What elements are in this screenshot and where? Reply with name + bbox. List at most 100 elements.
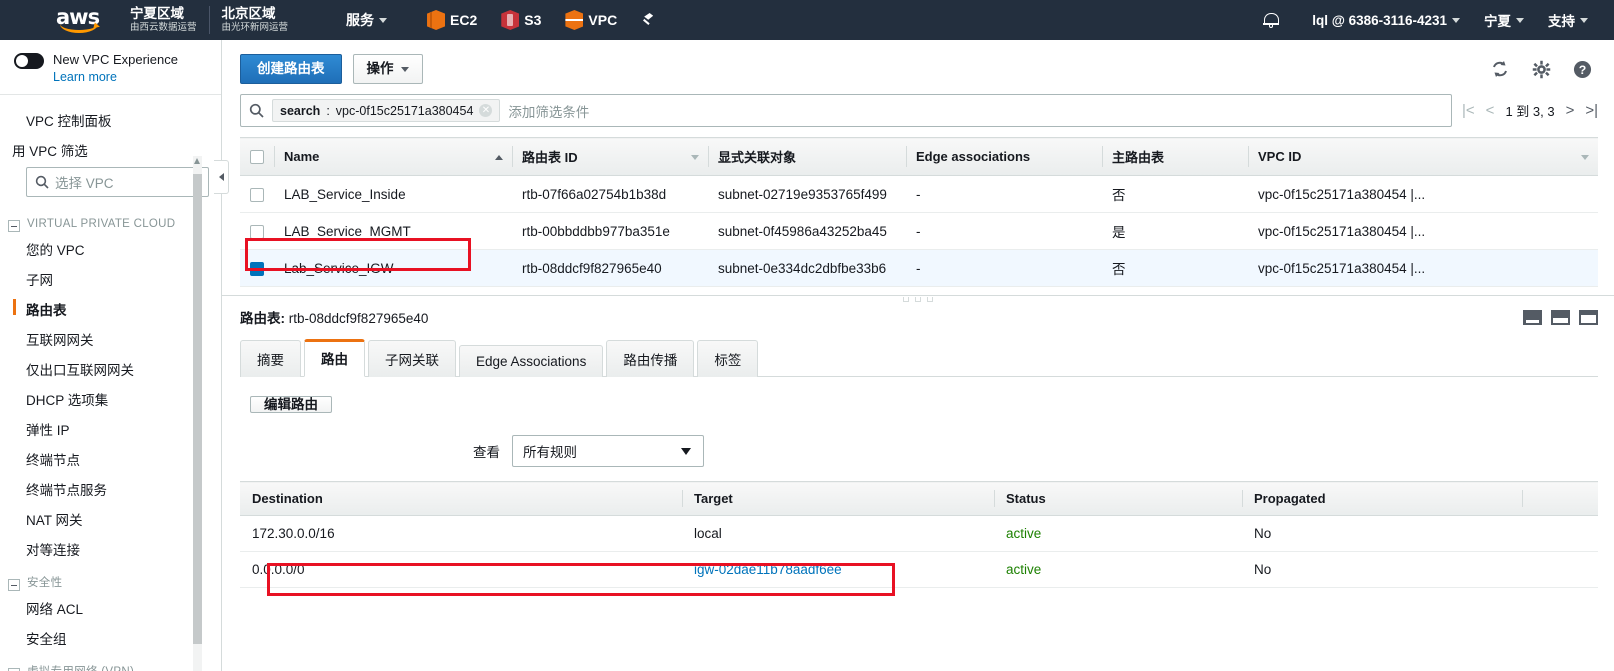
toolbar-icons: ? [1490,59,1598,79]
new-vpc-experience-toggle[interactable] [14,53,44,69]
top-nav-right: lql @ 6386-3116-4231 宁夏 支持 [1255,0,1614,40]
region-ningxia[interactable]: 宁夏区域 由西云数据运营 [118,6,209,33]
column-header-edge-associations[interactable]: Edge associations [906,137,1102,176]
row-edge-associations: - [906,249,1102,287]
create-route-table-button[interactable]: 创建路由表 [240,54,342,84]
next-page-button[interactable]: > [1566,103,1575,118]
shortcut-vpc-label: VPC [588,12,618,28]
column-header-vpc-id[interactable]: VPC ID [1248,137,1598,176]
aws-logo[interactable]: aws [56,7,104,33]
select-all-checkbox[interactable] [250,150,264,165]
column-header-route-table-id[interactable]: 路由表 ID [512,137,708,176]
sidebar-item-peering-connections[interactable]: 对等连接 [0,534,221,564]
panel-size-medium-icon[interactable] [1551,309,1570,325]
shortcut-s3[interactable]: S3 [489,0,553,40]
scrollbar-thumb[interactable] [193,174,202,644]
sort-descending-icon [691,154,699,160]
sidebar-item-network-acls[interactable]: 网络 ACL [0,593,221,623]
scroll-up-arrow-icon[interactable] [194,158,200,164]
view-select[interactable]: 所有规则 [512,435,704,467]
filter-token[interactable]: search : vpc-0f15c25171a380454 ✕ [272,99,501,122]
learn-more-link[interactable]: Learn more [53,70,211,84]
sidebar-item-elastic-ips[interactable]: 弹性 IP [0,414,221,444]
svg-text:?: ? [1579,62,1587,76]
row-checkbox[interactable] [250,224,264,239]
last-page-button[interactable]: >| [1585,103,1598,118]
table-header-row: Name 路由表 ID 显式关联对象 Edge associations 主路由… [240,137,1598,176]
column-header-explicit-associations[interactable]: 显式关联对象 [708,137,906,176]
sidebar-item-security-groups[interactable]: 安全组 [0,623,221,653]
pin-shortcut-button[interactable] [629,0,669,40]
sidebar-scrollbar[interactable] [193,156,202,671]
services-label: 服务 [346,12,375,28]
shortcut-ec2-label: EC2 [450,12,478,28]
sidebar-item-endpoints[interactable]: 终端节点 [0,444,221,474]
tab-summary[interactable]: 摘要 [240,340,301,377]
collapse-box-icon [8,220,20,232]
previous-page-button[interactable]: < [1486,103,1495,118]
column-header-main-route-table-label: 主路由表 [1112,150,1165,165]
row-checkbox-checked[interactable] [250,261,264,276]
edit-routes-button[interactable]: 编辑路由 [250,396,332,413]
sidebar-item-dhcp-option-sets[interactable]: DHCP 选项集 [0,384,221,414]
table-row[interactable]: LAB_Service_Inside rtb-07f66a02754b1b38d… [240,175,1598,213]
sidebar-item-egress-only-igw[interactable]: 仅出口互联网网关 [0,354,221,384]
sidebar-item-subnets[interactable]: 子网 [0,264,221,294]
refresh-icon[interactable] [1490,59,1510,79]
panel-size-large-icon[interactable] [1579,309,1598,325]
region-menu[interactable]: 宁夏 [1472,0,1536,40]
column-header-explicit-associations-label: 显式关联对象 [718,150,797,165]
sidebar-group-vpc[interactable]: VIRTUAL PRIVATE CLOUD [0,205,221,234]
close-icon[interactable]: ✕ [479,104,493,117]
table-row-selected[interactable]: Lab_Service_IGW rtb-08ddcf9f827965e40 su… [240,249,1598,287]
region-beijing[interactable]: 北京区域 由光环新网运营 [210,6,301,33]
top-navigation-bar: aws 宁夏区域 由西云数据运营 北京区域 由光环新网运营 服务 EC2 S3 [0,0,1614,40]
support-menu[interactable]: 支持 [1536,0,1600,40]
row-select-cell [240,249,274,287]
panel-splitter[interactable] [222,295,1614,305]
splitter-grip[interactable] [903,297,933,302]
region-beijing-name: 北京区域 [221,6,276,22]
route-target-link[interactable]: igw-02dae11b78aadf6ee [682,551,994,588]
sidebar-item-endpoint-services[interactable]: 终端节点服务 [0,474,221,504]
aws-smile-icon [60,24,98,33]
routes-column-propagated: Propagated [1242,481,1522,516]
gear-icon[interactable] [1532,60,1551,79]
tab-route-propagation[interactable]: 路由传播 [606,340,695,377]
sidebar-item-vpc-dashboard[interactable]: VPC 控制面板 [0,105,221,135]
sidebar-item-internet-gateways[interactable]: 互联网网关 [0,324,221,354]
shortcut-vpc[interactable]: VPC [553,0,629,40]
sidebar-item-your-vpcs[interactable]: 您的 VPC [0,234,221,264]
notifications-bell-icon[interactable] [1263,12,1280,28]
actions-button[interactable]: 操作 [352,54,423,84]
sidebar-group-security[interactable]: 安全性 [0,564,221,593]
row-explicit-association: subnet-02719e9353765f499 [708,175,906,213]
panel-size-small-icon[interactable] [1523,309,1542,325]
search-input[interactable]: search : vpc-0f15c25171a380454 ✕ 添加筛选条件 [240,94,1453,127]
account-menu[interactable]: lql @ 6386-3116-4231 [1300,0,1472,40]
row-checkbox[interactable] [250,187,264,202]
tab-routes[interactable]: 路由 [304,339,365,377]
tab-subnet-associations[interactable]: 子网关联 [368,340,456,377]
row-vpc-id-link[interactable]: vpc-0f15c25171a380454 |... [1248,249,1598,287]
shortcut-ec2[interactable]: EC2 [415,0,489,40]
column-header-name[interactable]: Name [274,137,512,176]
column-header-route-table-id-label: 路由表 ID [522,150,578,165]
help-icon[interactable]: ? [1573,60,1592,79]
first-page-button[interactable]: |< [1462,103,1475,118]
tab-tags[interactable]: 标签 [697,340,759,377]
column-header-main-route-table[interactable]: 主路由表 [1102,137,1248,176]
filter-bar: search : vpc-0f15c25171a380454 ✕ 添加筛选条件 … [222,94,1614,127]
vpc-filter-search[interactable]: 选择 VPC [26,167,209,197]
sidebar-item-route-tables[interactable]: 路由表 [0,294,221,324]
tab-edge-associations[interactable]: Edge Associations [459,345,604,377]
sidebar-group-vpn[interactable]: 虚拟专用网络 (VPN) [0,653,221,671]
row-vpc-id-link[interactable]: vpc-0f15c25171a380454 |... [1248,175,1598,213]
services-menu[interactable]: 服务 [334,0,399,40]
vpc-filter-placeholder: 选择 VPC [55,176,114,191]
sidebar-collapse-button[interactable] [214,160,229,194]
table-row[interactable]: LAB_Service_MGMT rtb-00bbddbb977ba351e s… [240,212,1598,250]
sidebar-item-nat-gateways[interactable]: NAT 网关 [0,504,221,534]
row-main-route-table: 是 [1102,212,1248,250]
row-vpc-id-link[interactable]: vpc-0f15c25171a380454 |... [1248,212,1598,250]
